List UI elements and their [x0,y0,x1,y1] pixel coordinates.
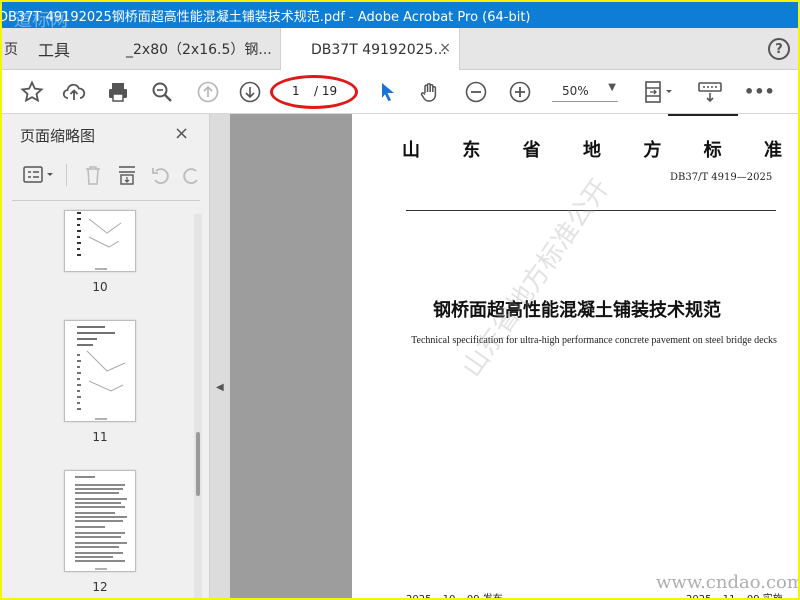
tab-document-1[interactable]: _2x80（2x16.5）钢... [126,28,274,70]
thumbnail-scrollbar[interactable] [194,214,202,598]
heading-char: 省 [522,140,541,161]
heading-char: 标 [703,140,722,161]
page-thumbnail[interactable] [64,470,136,572]
cover-mark [668,114,738,116]
star-icon[interactable] [20,80,44,104]
print-icon[interactable] [106,80,130,104]
tab-tools[interactable]: 工具 [38,28,70,70]
page-thumbnail[interactable] [64,210,136,272]
panel-divider [12,200,200,201]
heading-char: 东 [462,140,481,161]
title-bar: DB37T 49192025钢桥面超高性能混凝土铺装技术规范.pdf - Ado… [2,2,798,31]
heading-char: 准 [763,140,782,161]
thumbnail-options-icon[interactable] [22,164,56,190]
chevron-down-icon: ▼ [608,82,616,93]
panel-title: 页面缩略图 [20,127,96,145]
window-title: DB37T 49192025钢桥面超高性能混凝土铺装技术规范.pdf - Ado… [2,10,531,25]
zoom-out-icon[interactable] [464,80,488,104]
zoom-search-icon[interactable] [150,80,174,104]
scroll-mode-icon[interactable] [696,80,726,104]
scrollbar-thumb[interactable] [196,432,200,496]
rotate-ccw-icon[interactable] [150,164,172,190]
help-icon[interactable]: ? [768,38,790,60]
panel-close-icon[interactable]: × [174,123,189,144]
prev-page-icon[interactable] [196,80,220,104]
select-cursor-icon[interactable] [376,80,400,104]
zoom-in-icon[interactable] [508,80,532,104]
page-navigator[interactable]: 1 / 19 [284,82,342,102]
tab-document-2[interactable]: DB37T 49192025... × [280,28,460,71]
tab-document-2-label: DB37T 49192025... [311,41,447,58]
trash-icon[interactable] [82,164,104,190]
thumbnail-page-label: 11 [92,430,108,444]
toolbar: 1 / 19 50% ▼ ••• [2,70,798,114]
rotate-cw-icon[interactable] [182,164,202,190]
standard-number: DB37/T 4919—2025 [670,172,773,183]
fit-page-icon[interactable] [642,80,676,104]
tab-tools-label: 工具 [38,41,71,60]
document-view[interactable]: 山 东 省 地 方 标 准 DB37/T 4919—2025 钢桥面超高性能混凝… [230,114,798,598]
page-number-input[interactable]: 1 [292,84,300,98]
tab-home[interactable]: 页 [2,28,22,70]
collapse-arrow-icon: ◀ [216,382,224,393]
document-subtitle: Technical specification for ultra-high p… [411,335,777,346]
thumbnails-panel: 页面缩略图 × 10 11 12 [2,114,210,598]
upload-icon[interactable] [62,80,86,104]
publish-date: 2025 – 10 – 09 发布 [406,590,503,598]
tab-bar: 页 工具 _2x80（2x16.5）钢... DB37T 49192025...… [2,28,798,71]
province-standard-heading: 山 东 省 地 方 标 准 [402,136,782,162]
zoom-select[interactable]: 50% ▼ [552,82,618,102]
heading-char: 方 [643,140,662,161]
page-thumbnail[interactable] [64,320,136,422]
tab-document-1-label: _2x80（2x16.5）钢... [126,42,272,58]
site-watermark: www.cndao.com [656,572,798,593]
next-page-icon[interactable] [238,80,262,104]
zoom-value: 50% [562,84,589,98]
tab-home-label: 页 [4,42,18,58]
insert-page-icon[interactable] [116,164,138,190]
heading-char: 山 [402,140,420,161]
heading-char: 地 [582,140,601,161]
page-total: / 19 [314,84,338,98]
more-icon[interactable]: ••• [744,80,775,104]
panel-collapse-handle[interactable]: ◀ [210,114,230,598]
thumbnail-page-label: 10 [92,280,108,294]
thumbnail-page-label: 12 [92,580,108,594]
tab-close-icon[interactable]: × [439,40,451,56]
panel-toolbar [12,160,202,190]
document-title: 钢桥面超高性能混凝土铺装技术规范 [433,300,721,321]
hand-icon[interactable] [418,80,442,104]
toolbar-separator [66,164,67,186]
acrobat-window: DB37T 49192025钢桥面超高性能混凝土铺装技术规范.pdf - Ado… [2,2,798,598]
